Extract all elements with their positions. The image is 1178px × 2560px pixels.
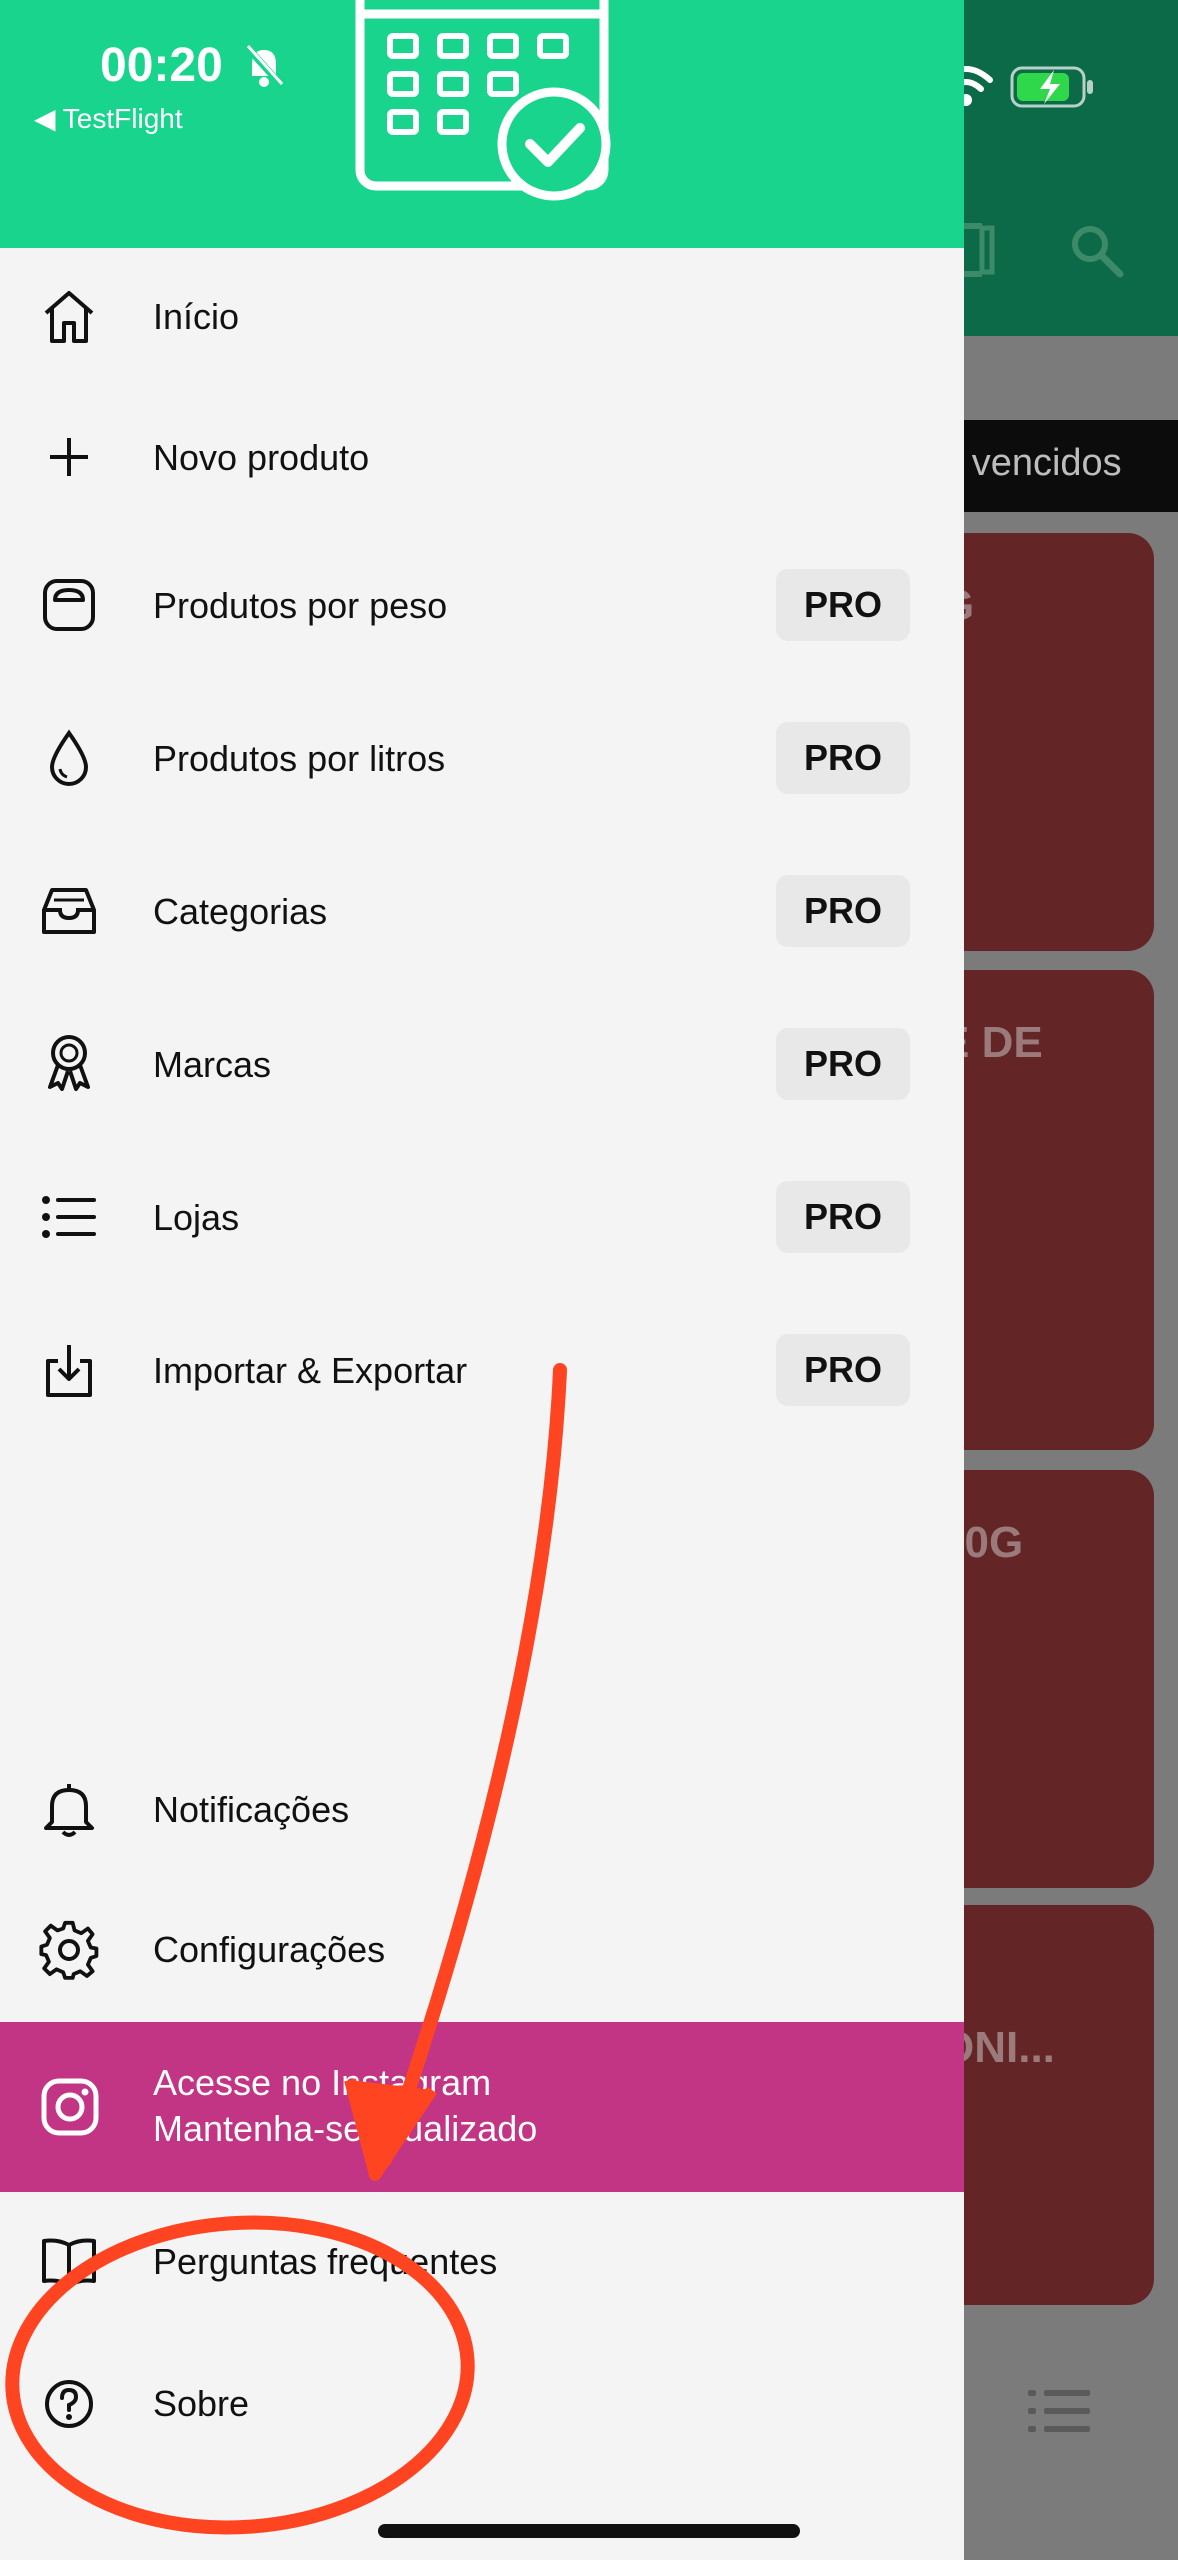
filter-banner: o vencidos	[940, 420, 1178, 512]
pro-badge: PRO	[776, 1334, 910, 1406]
instagram-icon	[41, 2078, 99, 2136]
instagram-line1: Acesse no Instagram	[153, 2062, 492, 2103]
list-icon[interactable]	[1028, 2388, 1090, 2434]
menu-item-novo-produto[interactable]: Novo produto	[0, 393, 964, 523]
pro-badge: PRO	[776, 875, 910, 947]
home-icon	[44, 291, 94, 343]
menu-label: Início	[153, 296, 240, 337]
back-to-testflight[interactable]: ◀ TestFlight	[34, 102, 183, 135]
battery-charging-icon	[1010, 66, 1093, 108]
menu-item-lojas[interactable]: Lojas PRO	[0, 1152, 964, 1282]
search-icon[interactable]	[1070, 224, 1124, 278]
bell-slash-icon	[244, 44, 284, 88]
product-card[interactable]: 50G 3	[940, 1470, 1154, 1888]
menu-label: Produtos por peso	[153, 585, 448, 626]
menu-item-importar-exportar[interactable]: Importar & Exportar PRO	[0, 1305, 964, 1435]
gear-icon	[39, 1920, 99, 1980]
product-card[interactable]: E DE 3	[940, 970, 1154, 1450]
menu-label: Sobre	[153, 2383, 250, 2424]
book-icon	[42, 2238, 96, 2287]
plus-icon	[50, 438, 88, 476]
menu-label: Notificações	[153, 1789, 350, 1830]
bell-icon	[44, 1784, 94, 1837]
tray-icon	[42, 888, 96, 934]
pro-badge: PRO	[776, 1181, 910, 1253]
menu-item-sobre[interactable]: Sobre	[0, 2339, 964, 2469]
menu-label: Marcas	[153, 1044, 272, 1085]
instagram-line2: Mantenha-se atualizado	[153, 2108, 538, 2149]
instagram-banner[interactable]: Acesse no Instagram Mantenha-se atualiza…	[0, 2022, 964, 2192]
scale-icon	[43, 579, 95, 631]
menu-item-marcas[interactable]: Marcas PRO	[0, 999, 964, 1129]
question-circle-icon	[45, 2380, 93, 2428]
menu-label: Importar & Exportar	[153, 1350, 468, 1391]
menu-label: Novo produto	[153, 437, 370, 478]
menu-label: Categorias	[153, 891, 328, 932]
barcode-icon[interactable]	[960, 220, 1000, 280]
navigation-drawer: 00:20 ◀ TestFlight Início Novo produto P…	[0, 0, 964, 2560]
award-icon	[48, 1035, 90, 1091]
banner-text: o vencidos	[940, 442, 1122, 484]
pro-badge: PRO	[776, 569, 910, 641]
download-icon	[46, 1345, 92, 1397]
home-indicator[interactable]	[378, 2524, 800, 2538]
pro-badge: PRO	[776, 722, 910, 794]
menu-item-categorias[interactable]: Categorias PRO	[0, 846, 964, 976]
menu-label: Configurações	[153, 1929, 386, 1970]
menu-label: Produtos por litros	[153, 738, 446, 779]
pro-badge: PRO	[776, 1028, 910, 1100]
menu-item-inicio[interactable]: Início	[0, 252, 964, 382]
menu-label: Perguntas frequentes	[153, 2241, 498, 2282]
menu-item-configuracoes[interactable]: Configurações	[0, 1885, 964, 2015]
drawer-header: 00:20 ◀ TestFlight	[0, 0, 964, 248]
calendar-check-icon	[355, 0, 611, 201]
menu-label: Lojas	[153, 1197, 240, 1238]
product-card[interactable]: G 3	[940, 533, 1154, 951]
menu-item-produtos-por-litros[interactable]: Produtos por litros PRO	[0, 693, 964, 823]
list-icon	[42, 1196, 96, 1238]
product-card[interactable]: ONI...	[940, 1905, 1154, 2305]
status-time: 00:20	[100, 39, 223, 92]
menu-item-perguntas-frequentes[interactable]: Perguntas frequentes	[0, 2197, 964, 2327]
menu-item-notificacoes[interactable]: Notificações	[0, 1744, 964, 1874]
drop-icon	[49, 729, 89, 786]
menu-item-produtos-por-peso[interactable]: Produtos por peso PRO	[0, 540, 964, 670]
